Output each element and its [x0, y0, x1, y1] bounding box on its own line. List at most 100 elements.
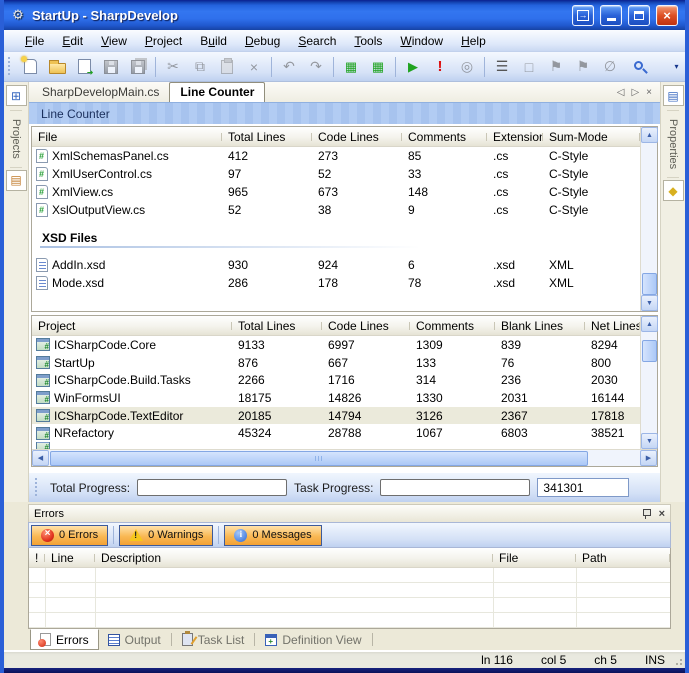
column-header-file[interactable]: File — [493, 551, 576, 565]
new-file-button[interactable] — [17, 55, 43, 78]
tab-task-list[interactable]: Task List — [173, 629, 254, 650]
clear-bookmarks-button[interactable]: ∅ — [597, 55, 623, 78]
toolbar-overflow-button[interactable]: ▾ — [670, 63, 683, 71]
column-header-comments[interactable]: Comments — [410, 319, 495, 333]
minimize-button[interactable] — [600, 5, 622, 26]
projects-horizontal-scrollbar[interactable]: ◀ ▶ — [32, 449, 657, 466]
maximize-button[interactable] — [628, 5, 650, 26]
tab-sharpdevelopmain[interactable]: SharpDevelopMain.cs — [32, 83, 169, 102]
menu-project[interactable]: Project — [136, 31, 191, 51]
projects-pad-button[interactable]: ⊞ — [6, 85, 27, 106]
table-row[interactable]: XmlUserControl.cs 97 52 33 .cs C-Style — [32, 165, 640, 183]
column-header-code-lines[interactable]: Code Lines — [322, 319, 410, 333]
column-header-blank-lines[interactable]: Blank Lines — [495, 319, 585, 333]
menu-view[interactable]: View — [92, 31, 136, 51]
menu-file[interactable]: File — [16, 31, 53, 51]
errors-filter-button[interactable]: 0 Errors — [31, 525, 108, 546]
tab-errors[interactable]: Errors — [30, 629, 99, 650]
close-button[interactable]: × — [656, 5, 678, 26]
table-row[interactable]: XslOutputView.cs 52 38 9 .cs C-Style — [32, 201, 640, 219]
column-header-total-lines[interactable]: Total Lines — [222, 130, 312, 144]
menu-tools[interactable]: Tools — [345, 31, 391, 51]
table-row[interactable]: NRefactory 45324 28788 1067 6803 38521 — [32, 424, 640, 442]
table-row[interactable]: AddIn.xsd 930 924 6 .xsd XML — [32, 256, 640, 274]
undo-button[interactable]: ↶ — [276, 55, 302, 78]
tab-definition-view[interactable]: Definition View — [256, 629, 370, 650]
column-header-extension[interactable]: Extension — [487, 130, 543, 144]
scrollbar-thumb[interactable] — [50, 451, 588, 466]
column-header-file[interactable]: File — [32, 130, 222, 144]
table-row[interactable]: StartUp 876 667 133 76 800 — [32, 354, 640, 372]
table-row[interactable]: ICSharpCode.Core 9133 6997 1309 839 8294 — [32, 336, 640, 354]
files-vertical-scrollbar[interactable]: ▲ ▼ — [640, 127, 657, 311]
projects-vertical-scrollbar[interactable]: ▲ ▼ — [640, 316, 657, 449]
next-bookmark-button[interactable]: ⚑ — [570, 55, 596, 78]
close-tab-icon[interactable]: × — [646, 87, 652, 98]
save-all-button[interactable] — [125, 55, 151, 78]
column-header-severity[interactable]: ! — [29, 551, 45, 565]
column-header-project[interactable]: Project — [32, 319, 232, 333]
column-header-path[interactable]: Path — [576, 551, 670, 565]
resize-grip[interactable] — [673, 656, 682, 665]
scroll-tabs-right-icon[interactable]: ▷ — [631, 87, 639, 98]
open-file-button[interactable] — [44, 55, 70, 78]
sidebar-tab-projects[interactable]: Projects — [10, 110, 22, 168]
warnings-filter-button[interactable]: 0 Warnings — [119, 525, 213, 546]
menu-debug[interactable]: Debug — [236, 31, 289, 51]
column-header-total-lines[interactable]: Total Lines — [232, 319, 322, 333]
stop-build-button[interactable]: ! — [427, 55, 453, 78]
delete-button[interactable]: × — [241, 55, 267, 78]
scroll-tabs-left-icon[interactable]: ◁ — [617, 87, 625, 98]
scroll-up-icon[interactable]: ▲ — [641, 127, 658, 143]
uncomment-region-button[interactable]: ▦ — [365, 55, 391, 78]
table-row[interactable]: XmlSchemasPanel.cs 412 273 85 .cs C-Styl… — [32, 147, 640, 165]
menu-search[interactable]: Search — [289, 31, 345, 51]
table-row[interactable]: XmlView.cs 965 673 148 .cs C-Style — [32, 183, 640, 201]
column-header-line[interactable]: Line — [45, 551, 95, 565]
menu-window[interactable]: Window — [391, 31, 452, 51]
export-button[interactable] — [71, 55, 97, 78]
save-button[interactable] — [98, 55, 124, 78]
undock-button[interactable]: → — [572, 5, 594, 26]
menu-edit[interactable]: Edit — [53, 31, 92, 51]
close-panel-icon[interactable]: × — [659, 508, 665, 520]
column-header-sum-mode[interactable]: Sum-Mode — [543, 130, 640, 144]
column-header-comments[interactable]: Comments — [402, 130, 487, 144]
classes-pad-button[interactable]: ▤ — [6, 170, 27, 191]
scrollbar-thumb[interactable] — [642, 273, 657, 295]
run-button[interactable]: ▶ — [400, 55, 426, 78]
format-button[interactable]: ☰ — [489, 55, 515, 78]
scroll-down-icon[interactable]: ▼ — [641, 295, 658, 311]
messages-filter-button[interactable]: 0 Messages — [224, 525, 321, 546]
pin-icon[interactable] — [641, 508, 651, 520]
menu-help[interactable]: Help — [452, 31, 495, 51]
region-button[interactable]: □ — [516, 55, 542, 78]
toolbox-pad-button[interactable]: ◆ — [663, 180, 684, 201]
table-row[interactable]: Mode.xsd 286 178 78 .xsd XML — [32, 274, 640, 292]
copy-button[interactable]: ⧉ — [187, 55, 213, 78]
toolbar-grip[interactable] — [35, 478, 39, 498]
profiler-button[interactable]: ◎ — [454, 55, 480, 78]
paste-button[interactable] — [214, 55, 240, 78]
cut-button[interactable]: ✂ — [160, 55, 186, 78]
tab-output[interactable]: Output — [99, 629, 170, 650]
toolbar-grip[interactable] — [8, 57, 12, 77]
table-row[interactable]: ICSharpCode.Build.Tasks 2266 1716 314 23… — [32, 371, 640, 389]
column-header-net-lines[interactable]: Net Lines — [585, 319, 640, 333]
comment-region-button[interactable]: ▦ — [338, 55, 364, 78]
scrollbar-thumb[interactable] — [642, 340, 657, 362]
scroll-left-icon[interactable]: ◀ — [32, 450, 49, 466]
table-row-clipped[interactable] — [32, 442, 640, 449]
scroll-up-icon[interactable]: ▲ — [641, 316, 658, 332]
properties-pad-button[interactable]: ▤ — [663, 85, 684, 106]
column-header-code-lines[interactable]: Code Lines — [312, 130, 402, 144]
tab-line-counter[interactable]: Line Counter — [169, 82, 265, 102]
sidebar-tab-properties[interactable]: Properties — [667, 110, 679, 178]
column-header-description[interactable]: Description — [95, 551, 493, 565]
search-button[interactable] — [624, 55, 650, 78]
scroll-right-icon[interactable]: ▶ — [640, 450, 657, 466]
table-row-highlighted[interactable]: ICSharpCode.TextEditor 20185 14794 3126 … — [32, 407, 640, 425]
table-row[interactable]: WinFormsUI 18175 14826 1330 2031 16144 — [32, 389, 640, 407]
prev-bookmark-button[interactable]: ⚑ — [543, 55, 569, 78]
redo-button[interactable]: ↷ — [303, 55, 329, 78]
